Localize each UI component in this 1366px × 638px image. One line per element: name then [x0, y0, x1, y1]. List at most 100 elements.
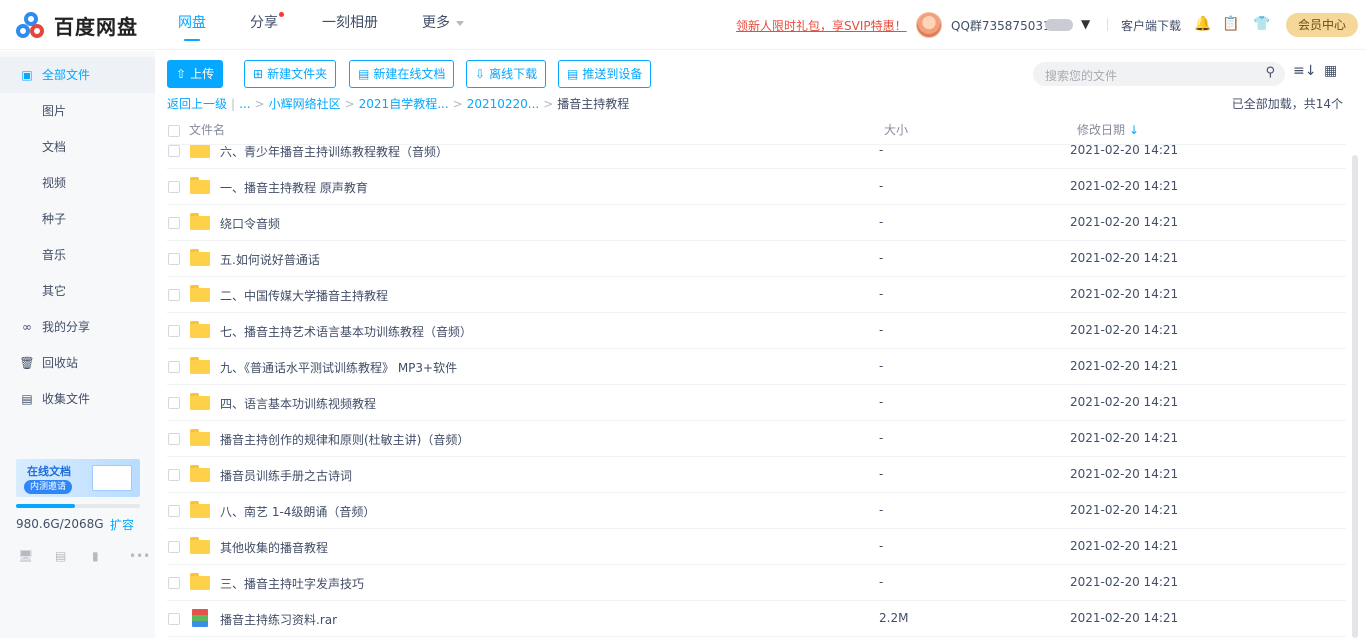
- nav-netdisk[interactable]: 网盘: [178, 0, 206, 50]
- file-name[interactable]: 四、语言基本功训练视频教程: [220, 395, 376, 412]
- row-checkbox[interactable]: [168, 397, 180, 409]
- user-menu-chevron-icon[interactable]: ▼: [1081, 17, 1090, 31]
- file-name[interactable]: 其他收集的播音教程: [220, 539, 328, 556]
- sidebar-item-videos[interactable]: 视频: [0, 165, 155, 201]
- member-center-button[interactable]: 会员中心: [1286, 13, 1358, 37]
- file-size: -: [879, 251, 884, 265]
- sidebar-item-torrents[interactable]: 种子: [0, 201, 155, 237]
- row-checkbox[interactable]: [168, 541, 180, 553]
- row-checkbox[interactable]: [168, 217, 180, 229]
- file-name[interactable]: 九、《普通话水平测试训练教程》 MP3+软件: [220, 359, 457, 376]
- row-checkbox[interactable]: [168, 433, 180, 445]
- upload-button[interactable]: ⇧ 上传: [167, 60, 224, 88]
- push-to-device-button[interactable]: ▤ 推送到设备: [558, 60, 652, 88]
- baidu-netdisk-logo[interactable]: 百度网盘: [16, 11, 138, 40]
- row-checkbox[interactable]: [168, 145, 180, 157]
- file-name[interactable]: 六、青少年播音主持训练教程教程（音频）: [220, 145, 448, 160]
- new-online-doc-button[interactable]: ▤ 新建在线文档: [349, 60, 455, 88]
- row-checkbox[interactable]: [168, 361, 180, 373]
- table-row[interactable]: 九、《普通话水平测试训练教程》 MP3+软件 - 2021-02-20 14:21: [167, 349, 1346, 385]
- sidebar-item-recycle-bin[interactable]: 🗑 回收站: [0, 345, 155, 381]
- download-icon: ⇩: [475, 67, 486, 81]
- desktop-icon[interactable]: 🖥: [18, 549, 55, 563]
- select-all-checkbox[interactable]: [168, 125, 180, 137]
- row-checkbox[interactable]: [168, 469, 180, 481]
- breadcrumb-item[interactable]: 小辉网络社区: [269, 97, 341, 111]
- tablet-icon[interactable]: ▤: [55, 549, 92, 563]
- file-name[interactable]: 播音主持练习资料.rar: [220, 611, 337, 628]
- table-row[interactable]: 一、播音主持教程 原声教育 - 2021-02-20 14:21: [167, 169, 1346, 205]
- username[interactable]: QQ群735875031: [951, 17, 1051, 34]
- row-checkbox[interactable]: [168, 505, 180, 517]
- nav-share[interactable]: 分享: [250, 0, 284, 50]
- scrollbar[interactable]: [1352, 155, 1358, 638]
- clipboard-icon[interactable]: 📋: [1222, 15, 1240, 33]
- nav-more[interactable]: 更多: [422, 0, 464, 50]
- file-name[interactable]: 二、中国传媒大学播音主持教程: [220, 287, 388, 304]
- file-name[interactable]: 绕口令音频: [220, 215, 280, 232]
- breadcrumb-item[interactable]: 20210220...: [467, 97, 540, 111]
- phone-icon[interactable]: ▮: [92, 549, 129, 563]
- avatar[interactable]: [916, 12, 942, 38]
- row-checkbox[interactable]: [168, 577, 180, 589]
- file-modified-date: 2021-02-20 14:21: [1070, 145, 1179, 157]
- row-checkbox[interactable]: [168, 289, 180, 301]
- file-name[interactable]: 五.如何说好普通话: [220, 251, 320, 268]
- new-folder-button[interactable]: ⊞ 新建文件夹: [244, 60, 337, 88]
- table-row[interactable]: 三、播音主持吐字发声技巧 - 2021-02-20 14:21: [167, 565, 1346, 601]
- table-row[interactable]: 七、播音主持艺术语言基本功训练教程（音频） - 2021-02-20 14:21: [167, 313, 1346, 349]
- column-size-header[interactable]: 大小: [884, 121, 908, 138]
- nav-album[interactable]: 一刻相册: [322, 0, 378, 50]
- folder-icon: [190, 429, 210, 446]
- row-checkbox[interactable]: [168, 325, 180, 337]
- file-name[interactable]: 播音员训练手册之古诗词: [220, 467, 352, 484]
- table-row[interactable]: 播音主持练习资料.rar 2.2M 2021-02-20 14:21: [167, 601, 1346, 637]
- folder-icon: [190, 249, 210, 266]
- sidebar-item-others[interactable]: 其它: [0, 273, 155, 309]
- shirt-icon[interactable]: 👕: [1253, 15, 1271, 33]
- row-checkbox[interactable]: [168, 181, 180, 193]
- sidebar-item-docs[interactable]: 文档: [0, 129, 155, 165]
- row-checkbox[interactable]: [168, 613, 180, 625]
- back-link[interactable]: 返回上一级: [167, 97, 227, 111]
- logo-icon: [16, 11, 48, 40]
- file-name[interactable]: 七、播音主持艺术语言基本功训练教程（音频）: [220, 323, 472, 340]
- sidebar-item-music[interactable]: 音乐: [0, 237, 155, 273]
- sidebar-item-my-share[interactable]: ∞ 我的分享: [0, 309, 155, 345]
- sort-icon[interactable]: ≡↓: [1293, 63, 1316, 79]
- breadcrumb-ellipsis[interactable]: ...: [239, 97, 250, 111]
- table-row[interactable]: 其他收集的播音教程 - 2021-02-20 14:21: [167, 529, 1346, 565]
- row-checkbox[interactable]: [168, 253, 180, 265]
- column-date-header[interactable]: 修改日期 ↓: [1077, 121, 1139, 138]
- file-name[interactable]: 八、南艺 1-4级朗诵（音频）: [220, 503, 375, 520]
- table-row[interactable]: 四、语言基本功训练视频教程 - 2021-02-20 14:21: [167, 385, 1346, 421]
- search-input[interactable]: 搜索您的文件 ⚲: [1033, 62, 1285, 86]
- client-download-link[interactable]: 客户端下载: [1121, 17, 1181, 34]
- file-size: -: [879, 145, 884, 157]
- upload-icon: ⇧: [176, 67, 187, 81]
- file-name[interactable]: 三、播音主持吐字发声技巧: [220, 575, 364, 592]
- online-doc-banner[interactable]: 在线文档 内测邀请: [16, 459, 140, 497]
- expand-storage-link[interactable]: 扩容: [110, 516, 134, 533]
- breadcrumb-item[interactable]: 2021自学教程...: [359, 97, 449, 111]
- file-name[interactable]: 播音主持创作的规律和原则(杜敏主讲)（音频）: [220, 431, 469, 448]
- table-row[interactable]: 八、南艺 1-4级朗诵（音频） - 2021-02-20 14:21: [167, 493, 1346, 529]
- table-row[interactable]: 绕口令音频 - 2021-02-20 14:21: [167, 205, 1346, 241]
- trash-icon: 🗑: [19, 356, 35, 370]
- search-icon[interactable]: ⚲: [1265, 65, 1275, 80]
- sidebar-item-collect-files[interactable]: ▤ 收集文件: [0, 381, 155, 417]
- promo-link[interactable]: 领新人限时礼包，享SVIP特惠！: [736, 17, 907, 34]
- bell-icon[interactable]: 🔔: [1194, 15, 1212, 33]
- grid-view-icon[interactable]: ▦: [1324, 63, 1337, 79]
- table-row[interactable]: 播音员训练手册之古诗词 - 2021-02-20 14:21: [167, 457, 1346, 493]
- file-name[interactable]: 一、播音主持教程 原声教育: [220, 179, 368, 196]
- file-modified-date: 2021-02-20 14:21: [1070, 287, 1179, 301]
- column-name-header[interactable]: 文件名: [189, 121, 225, 138]
- table-row[interactable]: 二、中国传媒大学播音主持教程 - 2021-02-20 14:21: [167, 277, 1346, 313]
- sidebar-item-images[interactable]: 图片: [0, 93, 155, 129]
- sidebar-item-all-files[interactable]: ▣ 全部文件: [0, 57, 155, 93]
- offline-download-button[interactable]: ⇩ 离线下载: [466, 60, 547, 88]
- table-row[interactable]: 六、青少年播音主持训练教程教程（音频） - 2021-02-20 14:21: [167, 145, 1346, 169]
- table-row[interactable]: 五.如何说好普通话 - 2021-02-20 14:21: [167, 241, 1346, 277]
- table-row[interactable]: 播音主持创作的规律和原则(杜敏主讲)（音频） - 2021-02-20 14:21: [167, 421, 1346, 457]
